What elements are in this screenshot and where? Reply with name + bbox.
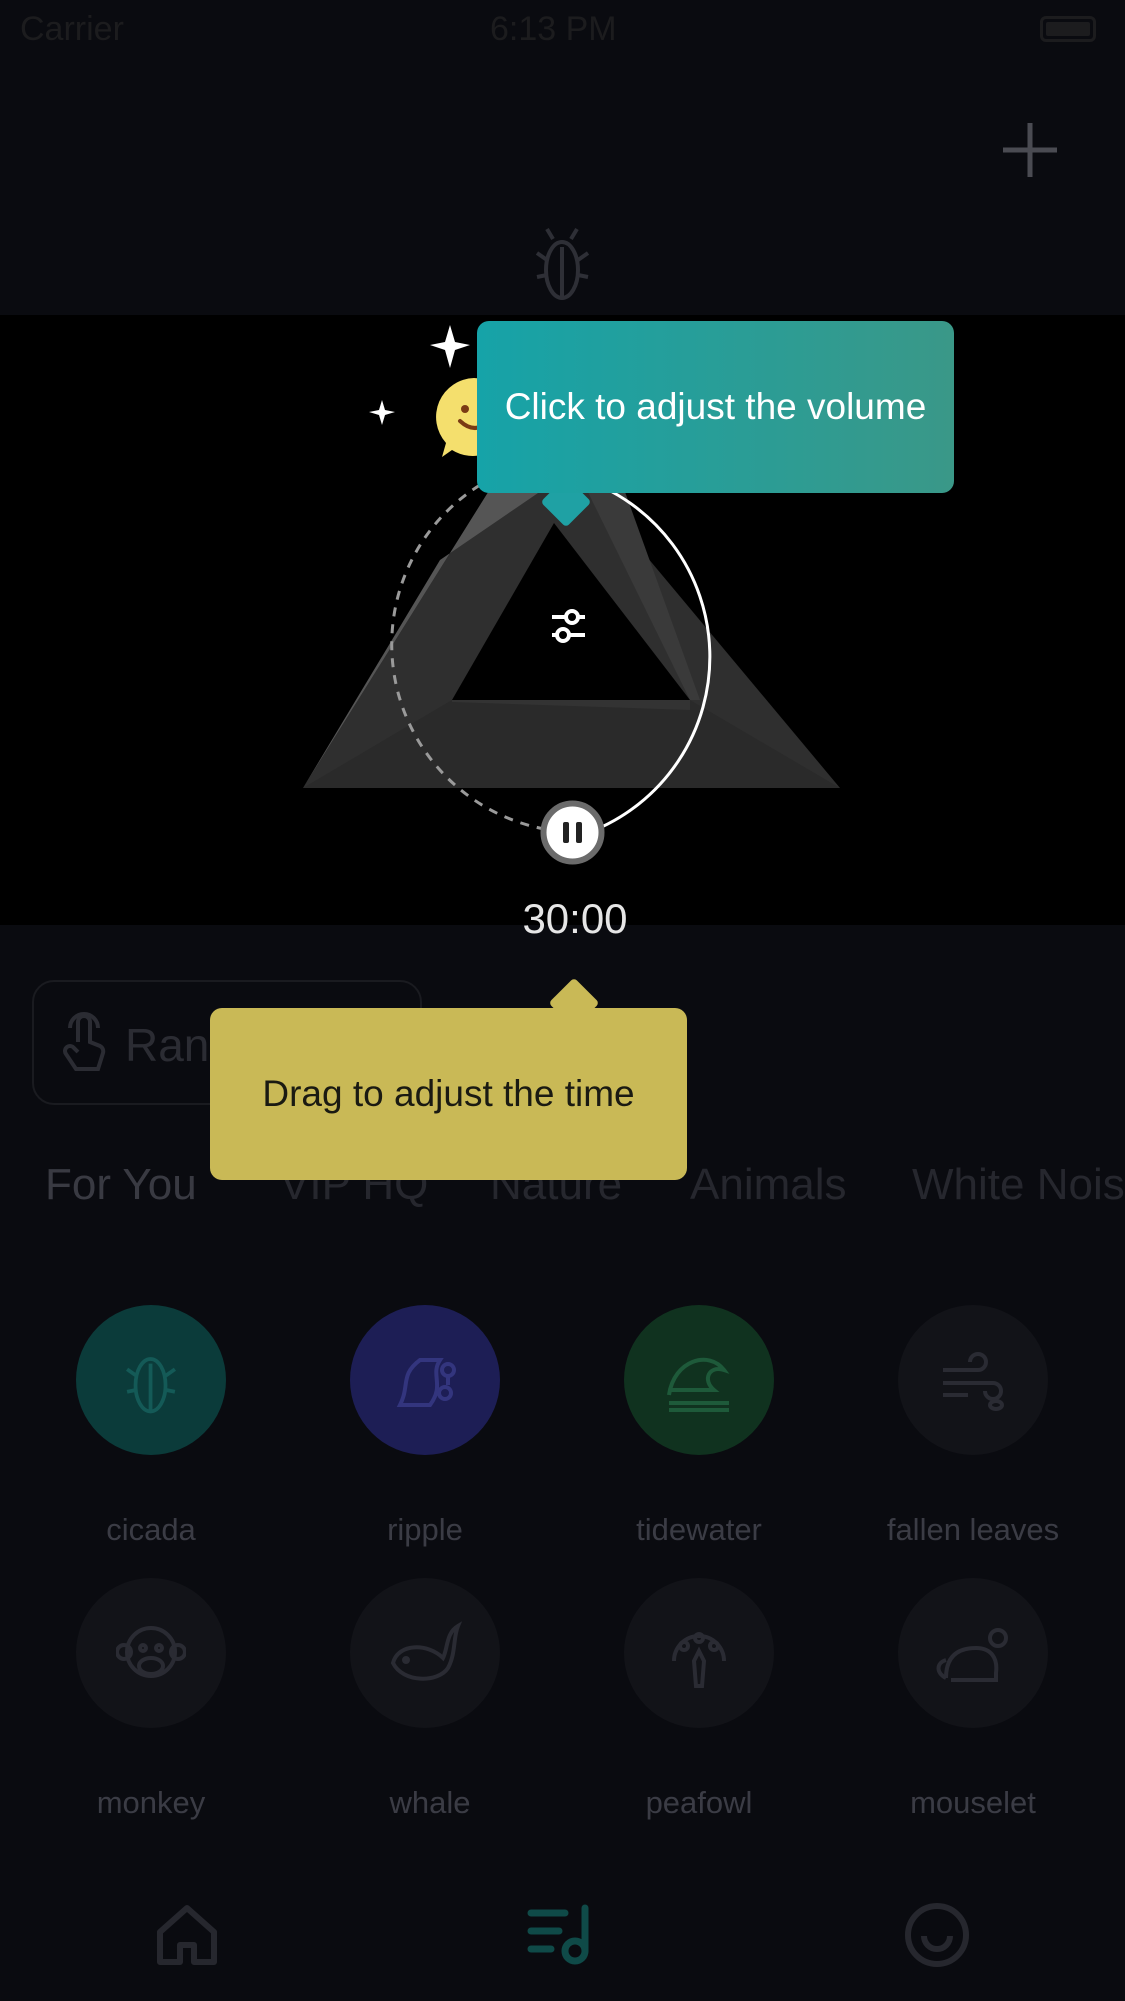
cicada-header-icon — [535, 227, 590, 300]
random-label: Ran — [125, 1019, 210, 1071]
ripple-icon — [396, 1358, 456, 1407]
sound-tidewater[interactable] — [624, 1305, 774, 1455]
status-time: 6:13 PM — [490, 10, 617, 48]
playlist-icon[interactable] — [525, 1903, 600, 1968]
sound-label-fallen-leaves: fallen leaves — [886, 1512, 1060, 1547]
sound-label-whale: whale — [389, 1785, 471, 1820]
sound-label-ripple: ripple — [387, 1512, 463, 1547]
add-icon[interactable] — [995, 115, 1065, 185]
mouse-icon — [936, 1628, 1008, 1682]
home-icon[interactable] — [152, 1900, 222, 1970]
carrier-label: Carrier — [20, 10, 124, 48]
monkey-icon — [116, 1626, 186, 1678]
sound-monkey[interactable] — [76, 1578, 226, 1728]
tab-animals[interactable]: Animals — [690, 1160, 847, 1210]
sound-whale[interactable] — [350, 1578, 500, 1728]
sound-label-mouselet: mouselet — [910, 1785, 1036, 1820]
time-tooltip[interactable]: Drag to adjust the time — [210, 1008, 687, 1180]
cicada-icon — [126, 1357, 176, 1414]
wind-icon — [943, 1352, 1004, 1411]
sound-label-monkey: monkey — [96, 1785, 206, 1820]
sound-mouselet[interactable] — [898, 1578, 1048, 1728]
status-bar: Carrier 6:13 PM — [0, 0, 1125, 62]
sound-fallen-leaves[interactable] — [898, 1305, 1048, 1455]
tab-white-noise[interactable]: White Nois — [912, 1160, 1125, 1210]
sound-cicada[interactable] — [76, 1305, 226, 1455]
sound-label-cicada: cicada — [106, 1512, 196, 1547]
volume-tooltip[interactable]: Click to adjust the volume — [477, 321, 954, 493]
sound-ripple[interactable] — [350, 1305, 500, 1455]
sound-label-peafowl: peafowl — [645, 1785, 753, 1820]
sound-peafowl[interactable] — [624, 1578, 774, 1728]
tap-hand-icon — [63, 1012, 106, 1071]
timer-display: 30:00 — [522, 895, 628, 942]
profile-icon[interactable] — [902, 1900, 972, 1970]
peafowl-icon — [672, 1632, 726, 1688]
tab-for-you[interactable]: For You — [45, 1160, 197, 1210]
whale-icon — [390, 1621, 463, 1681]
battery-icon — [1040, 16, 1096, 42]
sound-label-tidewater: tidewater — [636, 1512, 762, 1547]
pause-button[interactable] — [540, 800, 605, 865]
wave-icon — [667, 1357, 730, 1412]
